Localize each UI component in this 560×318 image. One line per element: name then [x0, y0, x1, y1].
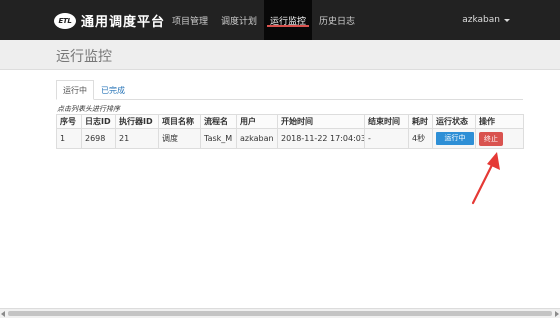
- column-header-action[interactable]: 操作: [475, 114, 524, 129]
- tab-bar: 运行中 已完成: [56, 80, 523, 100]
- cell-duration: 4秒: [408, 128, 433, 149]
- column-header-project[interactable]: 项目名称: [158, 114, 201, 129]
- cell-executor-id: 21: [115, 128, 159, 149]
- cell-index: 1: [56, 128, 82, 149]
- user-name: azkaban: [462, 15, 500, 25]
- annotation-arrow-head: [487, 152, 500, 170]
- column-header-duration[interactable]: 耗时: [408, 114, 433, 129]
- app-title: 通用调度平台: [81, 15, 166, 30]
- column-header-user[interactable]: 用户: [236, 114, 278, 129]
- table-header-row: 序号 日志ID 执行器ID 项目名称 流程名 用户 开始时间 结束时间 耗时 运…: [56, 114, 524, 129]
- app-logo[interactable]: ETL 通用调度平台: [54, 11, 165, 30]
- sort-hint: 点击列表头进行排序: [57, 105, 120, 113]
- user-menu[interactable]: azkaban: [462, 0, 510, 40]
- logo-mark-icon: ETL: [54, 12, 76, 29]
- tab-running[interactable]: 运行中: [56, 80, 94, 100]
- column-header-status[interactable]: 运行状态: [432, 114, 476, 129]
- status-badge[interactable]: 运行中: [436, 132, 474, 145]
- column-header-flow[interactable]: 流程名: [200, 114, 237, 129]
- running-flows-table: 序号 日志ID 执行器ID 项目名称 流程名 用户 开始时间 结束时间 耗时 运…: [56, 114, 524, 149]
- page-header: 运行监控: [0, 40, 560, 70]
- column-header-log-id[interactable]: 日志ID: [81, 114, 116, 129]
- cell-log-id-link[interactable]: 2698: [81, 128, 116, 149]
- cell-user: azkaban: [236, 128, 278, 149]
- stop-button[interactable]: 终止: [479, 131, 503, 146]
- scroll-right-icon[interactable]: [555, 311, 559, 317]
- nav-item-history-log[interactable]: 历史日志: [313, 0, 361, 40]
- nav-item-schedule-plan[interactable]: 调度计划: [215, 0, 263, 40]
- chevron-down-icon: [504, 18, 510, 22]
- cell-start-time: 2018-11-22 17:04:03: [277, 128, 365, 149]
- column-header-index[interactable]: 序号: [56, 114, 82, 129]
- cell-action: 终止: [475, 128, 524, 149]
- main-nav: 项目管理 调度计划 运行监控 历史日志: [166, 0, 362, 40]
- cell-status: 运行中: [432, 128, 476, 149]
- scroll-left-icon[interactable]: [1, 311, 5, 317]
- nav-item-run-monitor[interactable]: 运行监控: [264, 0, 313, 40]
- cell-project-link[interactable]: 调度: [158, 128, 201, 149]
- table-row: 1 2698 21 调度 Task_M azkaban 2018-11-22 1…: [56, 128, 524, 149]
- annotation-arrow-shaft: [471, 161, 495, 205]
- tab-completed[interactable]: 已完成: [96, 80, 130, 100]
- page-title: 运行监控: [56, 49, 112, 65]
- horizontal-scrollbar[interactable]: [0, 308, 560, 318]
- nav-item-project-management[interactable]: 项目管理: [166, 0, 214, 40]
- column-header-executor-id[interactable]: 执行器ID: [115, 114, 159, 129]
- top-navbar: ETL 通用调度平台 项目管理 调度计划 运行监控 历史日志 azkaban: [0, 0, 560, 40]
- cell-flow-link[interactable]: Task_M: [200, 128, 237, 149]
- cell-end-time: -: [364, 128, 409, 149]
- column-header-start-time[interactable]: 开始时间: [277, 114, 365, 129]
- scrollbar-thumb[interactable]: [8, 311, 552, 316]
- column-header-end-time[interactable]: 结束时间: [364, 114, 409, 129]
